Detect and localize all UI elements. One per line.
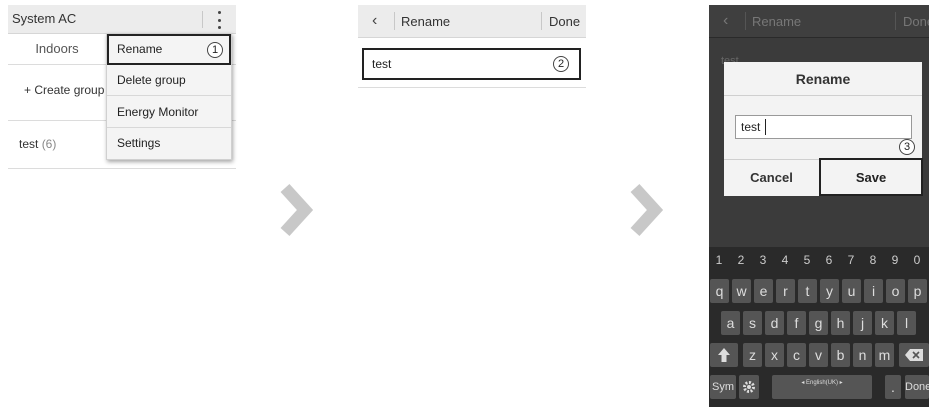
dialog-title: Rename [724,62,922,96]
key[interactable]: w [732,279,751,303]
settings-gear-icon[interactable] [739,375,759,399]
key[interactable]: g [809,311,828,335]
menu-item-label: Settings [117,136,161,150]
app-header: ‹ Rename Done [358,5,586,38]
overflow-menu-icon[interactable] [213,10,225,30]
done-button: Done [903,14,929,29]
key[interactable]: o [886,279,905,303]
group-name: test [19,137,39,151]
rename-dialog: Rename test 3 Cancel Save [724,62,923,196]
save-button[interactable]: Save [819,158,923,196]
key[interactable]: z [743,343,762,367]
space-key[interactable]: ◂ English(UK) ▸ [772,375,872,399]
header-divider [202,11,203,28]
key[interactable]: 8 [863,249,883,271]
key[interactable]: y [820,279,839,303]
language-label: ◂ English(UK) ▸ [801,380,843,386]
keyboard-row: z x c v b n m [709,341,929,369]
keyboard-bottom-row: Sym ◂ English(UK) ▸ . Done [709,373,929,401]
group-name-field[interactable]: test 2 [362,48,581,80]
header-divider [895,12,896,30]
sym-key[interactable]: Sym [710,375,736,399]
key[interactable]: 2 [731,249,751,271]
key[interactable]: i [864,279,883,303]
cancel-button[interactable]: Cancel [724,160,819,196]
key[interactable]: q [710,279,729,303]
input-value: test [741,120,761,134]
key[interactable]: 3 [753,249,773,271]
next-step-arrow-icon [630,183,664,237]
tab-indoors[interactable]: Indoors [8,34,106,64]
field-value: test [372,57,392,71]
key[interactable]: 7 [841,249,861,271]
menu-item-delete-group[interactable]: Delete group [107,65,231,96]
next-step-arrow-icon [280,183,314,237]
key[interactable]: k [875,311,894,335]
key[interactable]: f [787,311,806,335]
group-count: (6) [41,137,57,151]
divider [358,87,586,88]
step-badge: 1 [207,42,223,58]
key[interactable]: 6 [819,249,839,271]
key[interactable]: m [875,343,894,367]
key[interactable]: h [831,311,850,335]
key[interactable]: b [831,343,850,367]
page-title: Rename [401,14,451,29]
context-menu: Rename 1 Delete group Energy Monitor Set… [106,33,232,160]
keyboard-row: a s d f g h j k l [709,309,929,337]
app-title: System AC [12,11,77,26]
key[interactable]: p [908,279,927,303]
key[interactable]: 5 [797,249,817,271]
page-title: Rename [752,14,802,29]
key[interactable]: t [798,279,817,303]
screen-rename: ‹ Rename Done test 2 [358,5,586,90]
period-key[interactable]: . [885,375,901,399]
header-divider [541,12,542,30]
screen-rename-dialog: ‹ Rename Done test Rename test 3 Cancel … [709,5,929,407]
menu-item-rename[interactable]: Rename 1 [107,34,231,65]
back-icon: ‹ [723,12,729,29]
key[interactable]: r [776,279,795,303]
backspace-key-icon[interactable] [899,343,929,367]
soft-keyboard: 1 2 3 4 5 6 7 8 9 0 q w e r t y u i o p … [709,247,929,407]
keyboard-number-row: 1 2 3 4 5 6 7 8 9 0 [709,247,929,275]
header-divider [745,12,746,30]
menu-item-settings[interactable]: Settings [107,128,231,159]
back-icon[interactable]: ‹ [372,12,377,30]
key[interactable]: 1 [709,249,729,271]
key[interactable]: n [853,343,872,367]
keyboard-done-key[interactable]: Done [905,375,929,399]
app-header: ‹ Rename Done [709,5,929,38]
key[interactable]: l [897,311,916,335]
key[interactable]: s [743,311,762,335]
key[interactable]: 0 [907,249,927,271]
app-header: System AC [8,5,236,34]
menu-item-label: Delete group [117,73,186,87]
group-list-item[interactable]: test (6) [19,137,56,151]
key[interactable]: e [754,279,773,303]
menu-item-label: Rename [117,42,163,56]
done-button[interactable]: Done [549,14,580,29]
key[interactable]: d [765,311,784,335]
text-cursor [765,119,766,135]
shift-key-icon[interactable] [710,343,738,367]
key[interactable]: a [721,311,740,335]
rename-input[interactable]: test [735,115,912,139]
menu-item-label: Energy Monitor [117,105,199,119]
divider [8,168,236,169]
key[interactable]: u [842,279,861,303]
create-group-button[interactable]: + Create group [24,83,104,97]
keyboard-row: q w e r t y u i o p [709,277,929,305]
key[interactable]: 9 [885,249,905,271]
key[interactable]: v [809,343,828,367]
key[interactable]: c [787,343,806,367]
step-badge: 2 [553,56,569,72]
step-badge: 3 [899,139,915,155]
key[interactable]: x [765,343,784,367]
header-divider [394,12,395,30]
key[interactable]: 4 [775,249,795,271]
menu-item-energy-monitor[interactable]: Energy Monitor [107,97,231,128]
key[interactable]: j [853,311,872,335]
